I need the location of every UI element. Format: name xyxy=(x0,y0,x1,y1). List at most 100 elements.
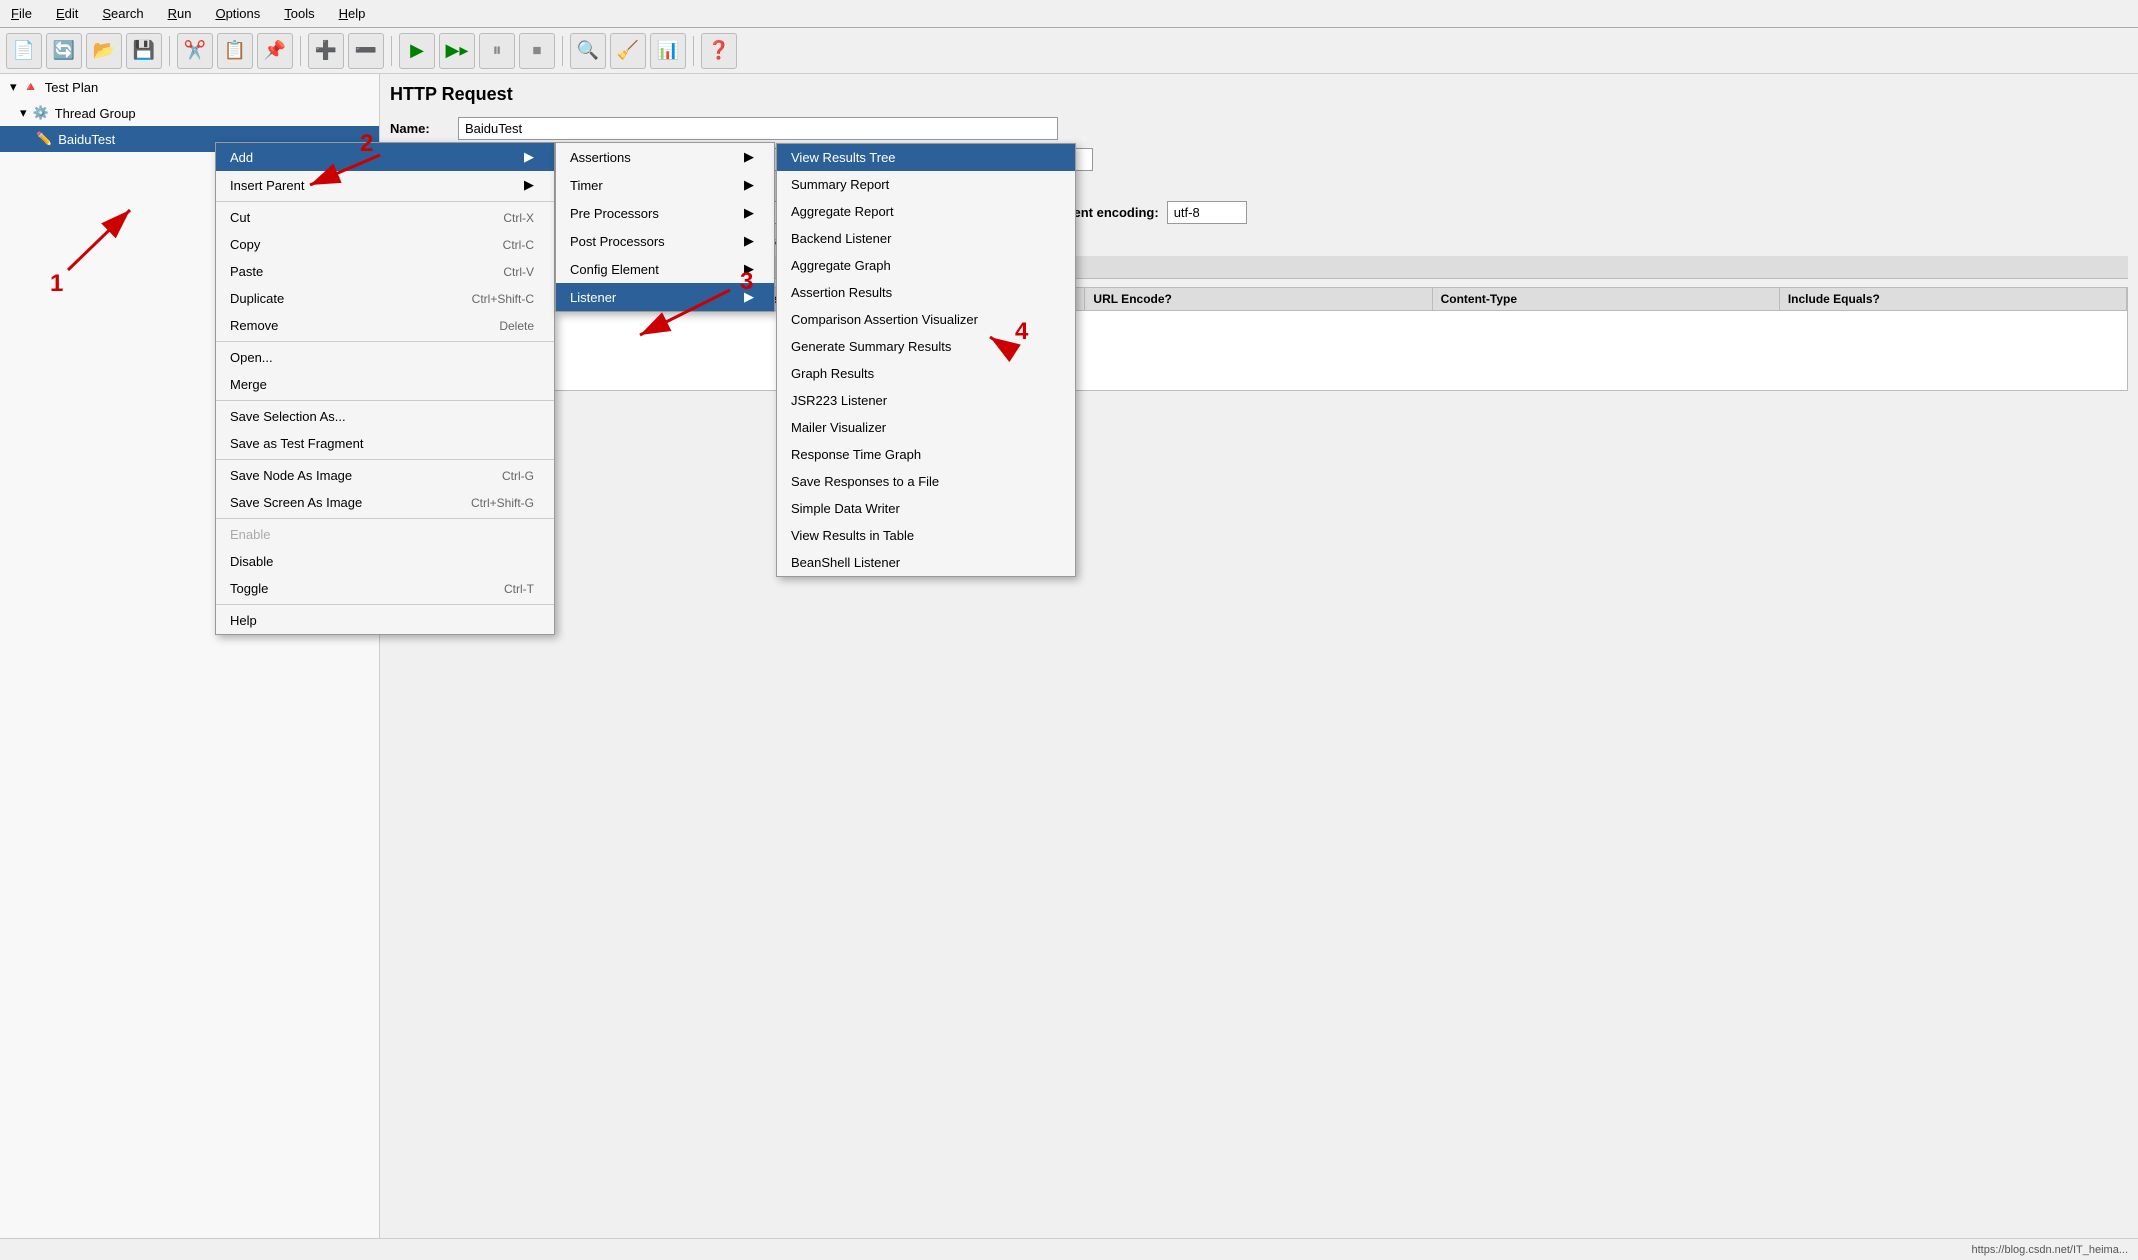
remove-button[interactable]: ➖ xyxy=(348,33,384,69)
listener-assertion-results[interactable]: Assertion Results xyxy=(777,279,1075,306)
page-title: HTTP Request xyxy=(390,84,2128,105)
listener-gr-label: Graph Results xyxy=(791,366,874,381)
ctx-remove[interactable]: Remove Delete xyxy=(216,312,554,339)
open-button[interactable]: 📂 xyxy=(86,33,122,69)
listener-srf-label: Save Responses to a File xyxy=(791,474,939,489)
ctx-copy[interactable]: Copy Ctrl-C xyxy=(216,231,554,258)
ctx-insert-parent-label: Insert Parent xyxy=(230,178,304,193)
listener-sdw-label: Simple Data Writer xyxy=(791,501,900,516)
sub-config-label: Config Element xyxy=(570,262,659,277)
ctx-merge[interactable]: Merge xyxy=(216,371,554,398)
find-button[interactable]: 🔍 xyxy=(570,33,606,69)
listener-graph-results[interactable]: Graph Results xyxy=(777,360,1075,387)
sub-listener-label: Listener xyxy=(570,290,616,305)
clear-button[interactable]: 🧹 xyxy=(610,33,646,69)
ctx-save-node-label: Save Node As Image xyxy=(230,468,352,483)
start-button[interactable]: ▶ xyxy=(399,33,435,69)
sub-pre-processors[interactable]: Pre Processors ▶ xyxy=(556,199,774,227)
menu-help[interactable]: Help xyxy=(334,4,371,23)
listener-comparison[interactable]: Comparison Assertion Visualizer xyxy=(777,306,1075,333)
sub-pre-label: Pre Processors xyxy=(570,206,659,221)
paste-button[interactable]: 📌 xyxy=(257,33,293,69)
sep2 xyxy=(300,36,301,66)
sub-listener[interactable]: Listener ▶ xyxy=(556,283,774,311)
menu-run[interactable]: Run xyxy=(163,4,197,23)
menu-file[interactable]: File xyxy=(6,4,37,23)
sep-3 xyxy=(216,400,554,401)
ctx-copy-label: Copy xyxy=(230,237,260,252)
ctx-save-fragment[interactable]: Save as Test Fragment xyxy=(216,430,554,457)
ctx-disable[interactable]: Disable xyxy=(216,548,554,575)
listener-mailer[interactable]: Mailer Visualizer xyxy=(777,414,1075,441)
stop-button[interactable]: ⏹ xyxy=(519,33,555,69)
new-button[interactable]: 📄 xyxy=(6,33,42,69)
report-button[interactable]: 📊 xyxy=(650,33,686,69)
sub-post-processors[interactable]: Post Processors ▶ xyxy=(556,227,774,255)
sidebar-item-label-baidu: BaiduTest xyxy=(58,132,115,147)
listener-aggregate-report[interactable]: Aggregate Report xyxy=(777,198,1075,225)
ctx-save-node-image[interactable]: Save Node As Image Ctrl-G xyxy=(216,462,554,489)
pause-button[interactable]: ⏸ xyxy=(479,33,515,69)
template-button[interactable]: 🔄 xyxy=(46,33,82,69)
sep4 xyxy=(562,36,563,66)
copy-button[interactable]: 📋 xyxy=(217,33,253,69)
ctx-save-selection[interactable]: Save Selection As... xyxy=(216,403,554,430)
listener-vrt2-label: View Results in Table xyxy=(791,528,914,543)
ctx-paste[interactable]: Paste Ctrl-V xyxy=(216,258,554,285)
listener-aggregate-graph[interactable]: Aggregate Graph xyxy=(777,252,1075,279)
ctx-duplicate[interactable]: Duplicate Ctrl+Shift-C xyxy=(216,285,554,312)
listener-beanshell[interactable]: BeanShell Listener xyxy=(777,549,1075,576)
listener-view-results-table[interactable]: View Results in Table xyxy=(777,522,1075,549)
ctx-save-fragment-label: Save as Test Fragment xyxy=(230,436,363,451)
ctx-insert-parent[interactable]: Insert Parent ▶ xyxy=(216,171,554,199)
ctx-open[interactable]: Open... xyxy=(216,344,554,371)
context-menu: Add ▶ Insert Parent ▶ Cut Ctrl-X Copy Ct… xyxy=(215,142,555,635)
listener-jsr223[interactable]: JSR223 Listener xyxy=(777,387,1075,414)
listener-simple-data-writer[interactable]: Simple Data Writer xyxy=(777,495,1075,522)
col-content-type: Content-Type xyxy=(1433,288,1780,310)
listener-bl-label: Backend Listener xyxy=(791,231,891,246)
ctx-save-screen-image[interactable]: Save Screen As Image Ctrl+Shift-G xyxy=(216,489,554,516)
ctx-add[interactable]: Add ▶ xyxy=(216,143,554,171)
sidebar-item-test-plan[interactable]: ▾ 🔺 Test Plan xyxy=(0,74,379,100)
listener-mv-label: Mailer Visualizer xyxy=(791,420,886,435)
sub-assertions[interactable]: Assertions ▶ xyxy=(556,143,774,171)
sidebar-item-label: Test Plan xyxy=(45,80,98,95)
menu-options[interactable]: Options xyxy=(210,4,265,23)
toolbar: 📄 🔄 📂 💾 ✂️ 📋 📌 ➕ ➖ ▶ ▶▸ ⏸ ⏹ 🔍 🧹 📊 ❓ xyxy=(0,28,2138,74)
start-nopause-button[interactable]: ▶▸ xyxy=(439,33,475,69)
listener-generate-summary[interactable]: Generate Summary Results xyxy=(777,333,1075,360)
listener-summary-report[interactable]: Summary Report xyxy=(777,171,1075,198)
sep-5 xyxy=(216,518,554,519)
add-button[interactable]: ➕ xyxy=(308,33,344,69)
listener-save-responses[interactable]: Save Responses to a File xyxy=(777,468,1075,495)
baidu-test-icon: ✏️ xyxy=(36,131,52,147)
submenu-add: Assertions ▶ Timer ▶ Pre Processors ▶ Po… xyxy=(555,142,775,312)
listener-backend[interactable]: Backend Listener xyxy=(777,225,1075,252)
name-input[interactable] xyxy=(458,117,1058,140)
col-encode: URL Encode? xyxy=(1085,288,1432,310)
save-button[interactable]: 💾 xyxy=(126,33,162,69)
ctx-remove-label: Remove xyxy=(230,318,278,333)
sep5 xyxy=(693,36,694,66)
expand-icon-thread: ▾ xyxy=(20,105,27,121)
ctx-open-label: Open... xyxy=(230,350,273,365)
menu-search[interactable]: Search xyxy=(97,4,148,23)
table-body xyxy=(390,311,2128,391)
ctx-help[interactable]: Help xyxy=(216,607,554,634)
cut-button[interactable]: ✂️ xyxy=(177,33,213,69)
listener-response-time[interactable]: Response Time Graph xyxy=(777,441,1075,468)
ctx-cut[interactable]: Cut Ctrl-X xyxy=(216,204,554,231)
listener-view-results-tree[interactable]: View Results Tree xyxy=(777,144,1075,171)
content-encoding-input[interactable] xyxy=(1167,201,1247,224)
col-include-equals: Include Equals? xyxy=(1780,288,2127,310)
status-bar: https://blog.csdn.net/IT_heima... xyxy=(0,1238,2138,1260)
sidebar-item-thread-group[interactable]: ▾ ⚙️ Thread Group xyxy=(0,100,379,126)
listener-gs-label: Generate Summary Results xyxy=(791,339,951,354)
menu-edit[interactable]: Edit xyxy=(51,4,83,23)
help-button[interactable]: ❓ xyxy=(701,33,737,69)
sub-timer[interactable]: Timer ▶ xyxy=(556,171,774,199)
sub-config-element[interactable]: Config Element ▶ xyxy=(556,255,774,283)
menu-tools[interactable]: Tools xyxy=(279,4,319,23)
ctx-toggle[interactable]: Toggle Ctrl-T xyxy=(216,575,554,602)
